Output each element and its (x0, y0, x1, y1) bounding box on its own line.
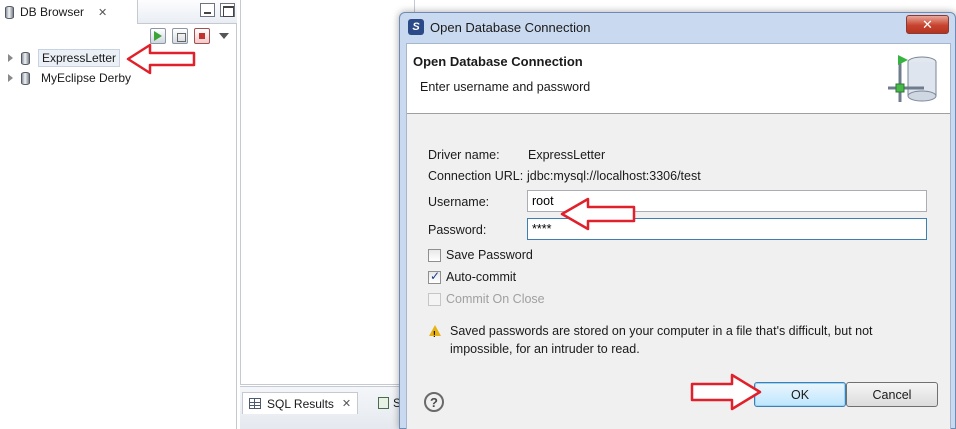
tree-item-myeclipse-derby[interactable]: MyEclipse Derby (0, 68, 236, 88)
banner-title: Open Database Connection (413, 54, 583, 69)
commit-on-close-box (428, 292, 441, 306)
dialog-close-button[interactable]: ✕ (906, 15, 949, 34)
warning-line-2: impossible, for an intruder to read. (450, 342, 640, 356)
open-database-connection-dialog: S Open Database Connection ✕ Open Databa… (399, 12, 956, 429)
help-button[interactable]: ? (424, 392, 444, 412)
connection-url-label: Connection URL: (428, 169, 524, 183)
dialog-client-area: Open Database Connection Enter username … (406, 43, 951, 429)
annotation-arrow (690, 373, 762, 411)
banner-subtitle: Enter username and password (420, 80, 591, 94)
editor-area (240, 0, 415, 385)
annotation-arrow (126, 43, 196, 75)
app-icon: S (408, 19, 424, 35)
dialog-banner: Open Database Connection Enter username … (407, 44, 950, 114)
minimize-view-button[interactable] (200, 3, 215, 17)
tab-sql-results[interactable]: SQL Results ✕ (242, 392, 359, 414)
book-icon (378, 397, 389, 409)
view-menu-icon[interactable] (216, 28, 232, 44)
close-icon: ✕ (922, 16, 933, 32)
tree-item-label: ExpressLetter (38, 49, 121, 67)
expand-icon[interactable] (8, 54, 13, 62)
auto-commit-box[interactable] (428, 269, 441, 284)
db-browser-tab[interactable]: DB Browser ✕ (0, 0, 138, 24)
ok-button[interactable]: OK (754, 382, 846, 407)
bottom-panel: SQL Results ✕ S (240, 386, 415, 429)
expand-icon[interactable] (8, 74, 13, 82)
commit-on-close-label: Commit On Close (446, 292, 545, 306)
driver-name-label: Driver name: (428, 148, 500, 162)
save-password-box[interactable] (428, 248, 441, 262)
commit-on-close-checkbox: Commit On Close (428, 292, 545, 306)
dialog-titlebar[interactable]: S Open Database Connection (400, 13, 955, 41)
connection-tree: ExpressLetter MyEclipse Derby (0, 48, 236, 88)
database-icon (21, 51, 30, 65)
close-icon[interactable]: ✕ (98, 6, 107, 19)
database-icon (21, 71, 30, 85)
tree-item-label: MyEclipse Derby (41, 71, 132, 85)
password-warning: Saved passwords are stored on your compu… (429, 322, 929, 358)
username-label: Username: (428, 195, 490, 209)
annotation-arrow (560, 197, 636, 231)
warning-line-1: Saved passwords are stored on your compu… (450, 324, 873, 338)
tree-item-expressletter[interactable]: ExpressLetter (0, 48, 236, 68)
close-icon[interactable]: ✕ (342, 397, 351, 410)
warning-icon (429, 325, 441, 344)
maximize-view-button[interactable] (220, 3, 235, 17)
help-icon: ? (430, 394, 438, 410)
db-browser-titlebar: DB Browser ✕ (0, 0, 237, 24)
warning-text: Saved passwords are stored on your compu… (450, 322, 873, 358)
banner-database-icon (888, 55, 937, 102)
connection-url-value: jdbc:mysql://localhost:3306/test (527, 169, 701, 183)
sql-grid-icon (249, 398, 261, 409)
db-browser-panel: DB Browser ✕ ExpressLetter MyEclipse Der… (0, 0, 237, 429)
save-password-label: Save Password (446, 248, 533, 262)
auto-commit-label: Auto-commit (446, 270, 517, 284)
save-password-checkbox[interactable]: Save Password (428, 248, 533, 262)
dialog-window-title: Open Database Connection (430, 19, 591, 35)
tab-sql-results-label: SQL Results (267, 396, 334, 411)
driver-name-value: ExpressLetter (528, 148, 606, 162)
db-icon (5, 5, 14, 19)
password-label: Password: (428, 223, 487, 237)
cancel-button[interactable]: Cancel (846, 382, 938, 407)
auto-commit-checkbox[interactable]: Auto-commit (428, 269, 517, 284)
db-browser-tab-label: DB Browser (20, 5, 85, 19)
